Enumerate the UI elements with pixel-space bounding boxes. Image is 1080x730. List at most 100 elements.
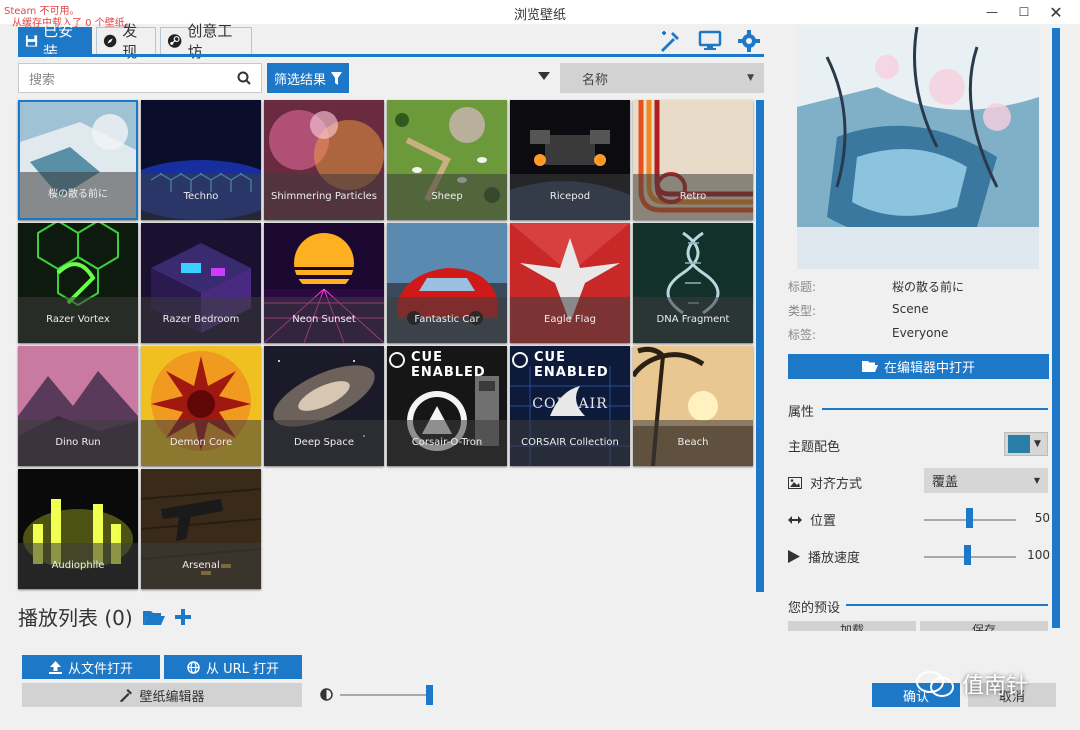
color-scheme-row: 主题配色 xyxy=(788,436,840,455)
wallpaper-name: Neon Sunset xyxy=(264,297,384,343)
cue-enabled-badge: CUE ENABLED xyxy=(411,350,486,380)
chat-bubbles-icon xyxy=(916,671,954,697)
wallpaper-tile[interactable]: Sheep xyxy=(387,100,507,220)
save-preset-label: 保存 xyxy=(971,623,996,631)
wallpaper-name: Corsair-O-Tron xyxy=(387,420,507,466)
position-slider-thumb[interactable] xyxy=(966,508,973,528)
wallpaper-tile[interactable]: Razer Bedroom xyxy=(141,223,261,343)
wallpaper-editor-label: 壁纸编辑器 xyxy=(139,689,205,705)
wallpaper-tile[interactable]: Dino Run xyxy=(18,346,138,466)
wallpaper-name: Eagle Flag xyxy=(510,297,630,343)
position-row: 位置 xyxy=(788,510,836,529)
wallpaper-name: DNA Fragment xyxy=(633,297,753,343)
wallpaper-tile[interactable]: Fantastic Car xyxy=(387,223,507,343)
open-in-editor-label: 在编辑器中打开 xyxy=(883,361,975,376)
maximize-button[interactable]: ☐ xyxy=(1008,0,1040,24)
image-icon xyxy=(788,476,802,489)
wallpaper-name: Deep Space xyxy=(264,420,384,466)
grid-scrollbar[interactable] xyxy=(756,100,764,592)
open-from-url-button[interactable]: 从 URL 打开 xyxy=(164,655,302,679)
wallpaper-tile[interactable]: DNA Fragment xyxy=(633,223,753,343)
title-label: 标题: xyxy=(788,280,817,294)
properties-heading: 属性 xyxy=(788,405,815,420)
wallpaper-tile[interactable]: 桜の散る前に xyxy=(18,100,138,220)
filter-button[interactable]: 筛选结果 xyxy=(267,63,349,93)
minimize-icon: — xyxy=(986,5,998,19)
alignment-select[interactable]: 覆盖 ▼ xyxy=(924,468,1048,493)
wallpaper-tile[interactable]: Retro xyxy=(633,100,753,220)
playback-speed-value: 100 xyxy=(1027,548,1050,562)
wallpaper-name: Fantastic Car xyxy=(387,297,507,343)
sort-select[interactable]: 名称 ▼ xyxy=(560,63,764,93)
wallpaper-name: Audiophile xyxy=(18,543,138,589)
wallpaper-name: Beach xyxy=(633,420,753,466)
properties-divider xyxy=(822,408,1048,410)
window-title: 浏览壁纸 xyxy=(513,8,566,23)
corsair-logo-text: CORSAIR xyxy=(532,396,608,412)
wallpaper-name: Arsenal xyxy=(141,543,261,589)
wallpaper-tile[interactable]: Shimmering Particles xyxy=(264,100,384,220)
wallpaper-tile[interactable]: Neon Sunset xyxy=(264,223,384,343)
color-scheme-picker[interactable]: ▼ xyxy=(1004,432,1048,456)
tab-underline xyxy=(18,54,764,57)
tab-installed[interactable]: 已安装 xyxy=(18,22,92,61)
open-from-file-button[interactable]: 从文件打开 xyxy=(22,655,160,679)
brightness-icon xyxy=(320,688,333,701)
open-in-editor-button[interactable]: 在编辑器中打开 xyxy=(788,354,1049,379)
settings-gear-icon[interactable] xyxy=(737,29,761,53)
wallpaper-preview xyxy=(797,27,1039,269)
playlist-header: 播放列表 (0) xyxy=(18,602,191,631)
alignment-label: 对齐方式 xyxy=(810,477,863,492)
chevron-down-icon: ▼ xyxy=(747,73,754,83)
wallpaper-tile[interactable]: Techno xyxy=(141,100,261,220)
load-preset-label: 加载 xyxy=(839,623,864,631)
monitor-icon[interactable] xyxy=(698,29,722,53)
wallpaper-name: CORSAIR Collection xyxy=(510,420,630,466)
wallpaper-tile[interactable]: Arsenal xyxy=(141,469,261,589)
presets-divider xyxy=(846,604,1048,606)
tab-discover[interactable]: 发现 xyxy=(96,22,156,61)
folder-open-icon xyxy=(861,361,878,372)
wallpaper-tile[interactable]: Beach xyxy=(633,346,753,466)
open-from-file-label: 从文件打开 xyxy=(67,661,133,677)
wallpaper-tile[interactable]: Razer Vortex xyxy=(18,223,138,343)
position-label: 位置 xyxy=(810,514,837,529)
alignment-row: 对齐方式 xyxy=(788,473,862,492)
search-input[interactable]: 搜索 xyxy=(18,63,262,93)
open-from-url-label: 从 URL 打开 xyxy=(205,661,280,677)
wallpaper-tile[interactable]: Demon Core xyxy=(141,346,261,466)
load-preset-button[interactable]: 加载 xyxy=(788,621,916,631)
wallpaper-editor-button[interactable]: 壁纸编辑器 xyxy=(22,683,302,707)
type-label: 类型: xyxy=(788,304,817,318)
brightness-slider-track[interactable] xyxy=(340,694,432,696)
wallpaper-tile[interactable]: Ricepod xyxy=(510,100,630,220)
playback-speed-label: 播放速度 xyxy=(808,551,861,566)
panel-scrollbar[interactable] xyxy=(1052,28,1060,628)
minimize-button[interactable]: — xyxy=(976,0,1008,24)
steam-icon xyxy=(167,34,182,48)
filter-label: 筛选结果 xyxy=(273,72,326,88)
sort-direction-toggle[interactable] xyxy=(538,72,550,80)
brightness-slider-thumb[interactable] xyxy=(426,685,433,705)
add-icon[interactable] xyxy=(174,608,191,625)
wallpaper-tile[interactable]: CUE ENABLED Corsair-O-Tron xyxy=(387,346,507,466)
tab-workshop[interactable]: 创意工坊 xyxy=(160,22,252,61)
wallpaper-tile[interactable]: Audiophile xyxy=(18,469,138,589)
globe-icon xyxy=(187,660,200,674)
search-icon xyxy=(237,71,251,85)
wallpaper-name: Ricepod xyxy=(510,174,630,220)
play-icon xyxy=(788,550,800,563)
tags-value: Everyone xyxy=(892,326,949,340)
wallpaper-tile[interactable]: Deep Space xyxy=(264,346,384,466)
edit-tools-icon[interactable] xyxy=(658,29,682,53)
alignment-value: 覆盖 xyxy=(932,475,959,490)
wallpaper-tile[interactable]: CUE ENABLED CORSAIR CORSAIR Collection xyxy=(510,346,630,466)
close-icon: ✕ xyxy=(1049,2,1063,22)
wallpaper-tile[interactable]: Eagle Flag xyxy=(510,223,630,343)
sort-value: 名称 xyxy=(582,72,609,88)
tags-label: 标签: xyxy=(788,328,817,342)
close-button[interactable]: ✕ xyxy=(1040,0,1072,24)
save-preset-button[interactable]: 保存 xyxy=(920,621,1048,631)
speed-slider-thumb[interactable] xyxy=(964,545,971,565)
folder-open-icon[interactable] xyxy=(142,608,165,626)
